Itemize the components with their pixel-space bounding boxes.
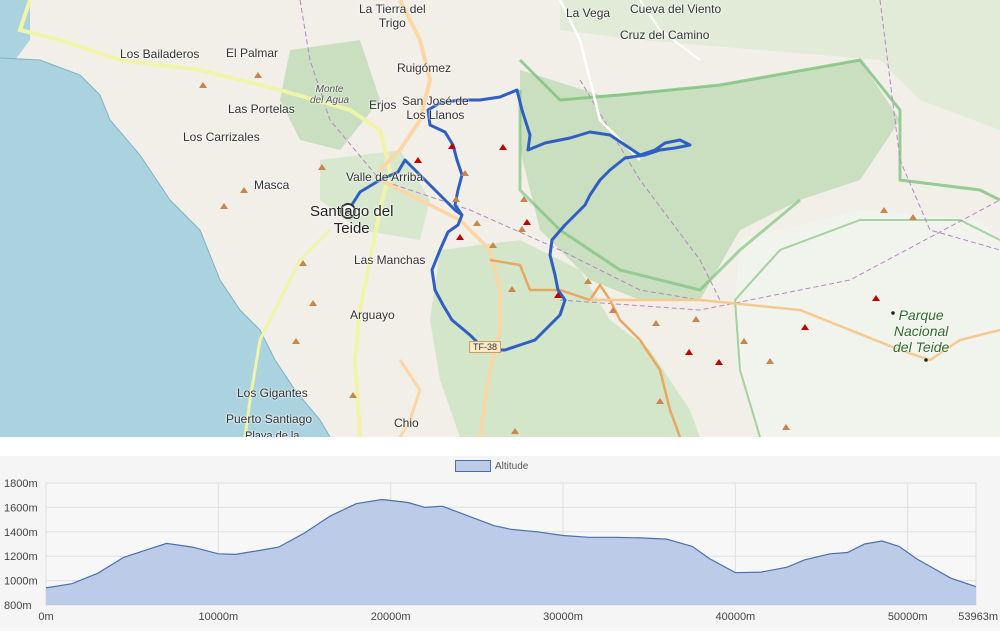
x-tick-label: 50000m — [888, 611, 928, 623]
legend-swatch — [455, 460, 491, 472]
x-tick-label: 53963m — [958, 611, 998, 623]
chart-legend[interactable]: Altitude — [455, 460, 528, 472]
place-las-portelas: Las Portelas — [228, 102, 295, 116]
x-tick-label: 10000m — [198, 611, 238, 623]
place-masca: Masca — [254, 178, 290, 192]
place-la-vega: La Vega — [566, 6, 611, 20]
place-san-jose-de-los-llanos: San José de Los Llanos — [402, 94, 469, 122]
road-shield: TF-38 — [469, 341, 502, 353]
x-tick-label: 0m — [38, 611, 53, 623]
place-cruz-del-camino: Cruz del Camino — [620, 28, 710, 42]
y-tick-label: 1800m — [4, 478, 38, 490]
x-tick-label: 30000m — [543, 611, 583, 623]
y-tick-label: 800m — [4, 600, 32, 612]
place-puerto-santiago: Puerto Santiago — [226, 412, 313, 426]
place-las-manchas: Las Manchas — [354, 253, 426, 267]
place-parque-nacional-del-teide: Parque Nacional del Teide — [893, 307, 950, 355]
place-valle-de-arriba: Valle de Arriba — [346, 170, 424, 184]
y-tick-label: 1400m — [4, 527, 38, 539]
elevation-profile[interactable]: 800m 1000m 1200m 1400m 1600m 1800m 0m 10000m 200… — [0, 456, 1000, 631]
place-el-palmar: El Palmar — [226, 46, 279, 60]
place-los-carrizales: Los Carrizales — [183, 130, 260, 144]
place-cueva-del-viento: Cueva del Viento — [630, 2, 722, 16]
y-tick-label: 1200m — [4, 551, 38, 563]
legend-label: Altitude — [495, 460, 529, 472]
place-monte-del-agua: Monte del Agua — [310, 84, 350, 106]
place-arguayo: Arguayo — [350, 308, 395, 322]
place-erjos: Erjos — [369, 98, 397, 112]
forest-area — [735, 210, 1000, 437]
place-los-gigantes: Los Gigantes — [237, 386, 308, 400]
place-playa: Playa de la — [245, 430, 300, 437]
elevation-chart[interactable]: 800m 1000m 1200m 1400m 1600m 1800m 0m 10000m 200… — [0, 456, 1000, 631]
x-tick-label: 20000m — [371, 611, 411, 623]
place-chio: Chio — [394, 416, 419, 430]
separator — [0, 437, 1000, 456]
place-santiago-del-teide: Santiago del Teide — [310, 203, 394, 237]
map-canvas[interactable] — [0, 0, 1000, 437]
x-tick-label: 40000m — [715, 611, 755, 623]
route-map[interactable]: La Tierra del Trigo La Vega Cueva del Vi… — [0, 0, 1000, 437]
place-los-bailaderos: Los Bailaderos — [120, 47, 200, 61]
y-tick-label: 1600m — [4, 502, 38, 514]
place-la-tierra-del-trigo: La Tierra del Trigo — [359, 2, 426, 30]
place-ruigomez: Ruigómez — [397, 61, 452, 75]
y-tick-label: 1000m — [4, 576, 38, 588]
